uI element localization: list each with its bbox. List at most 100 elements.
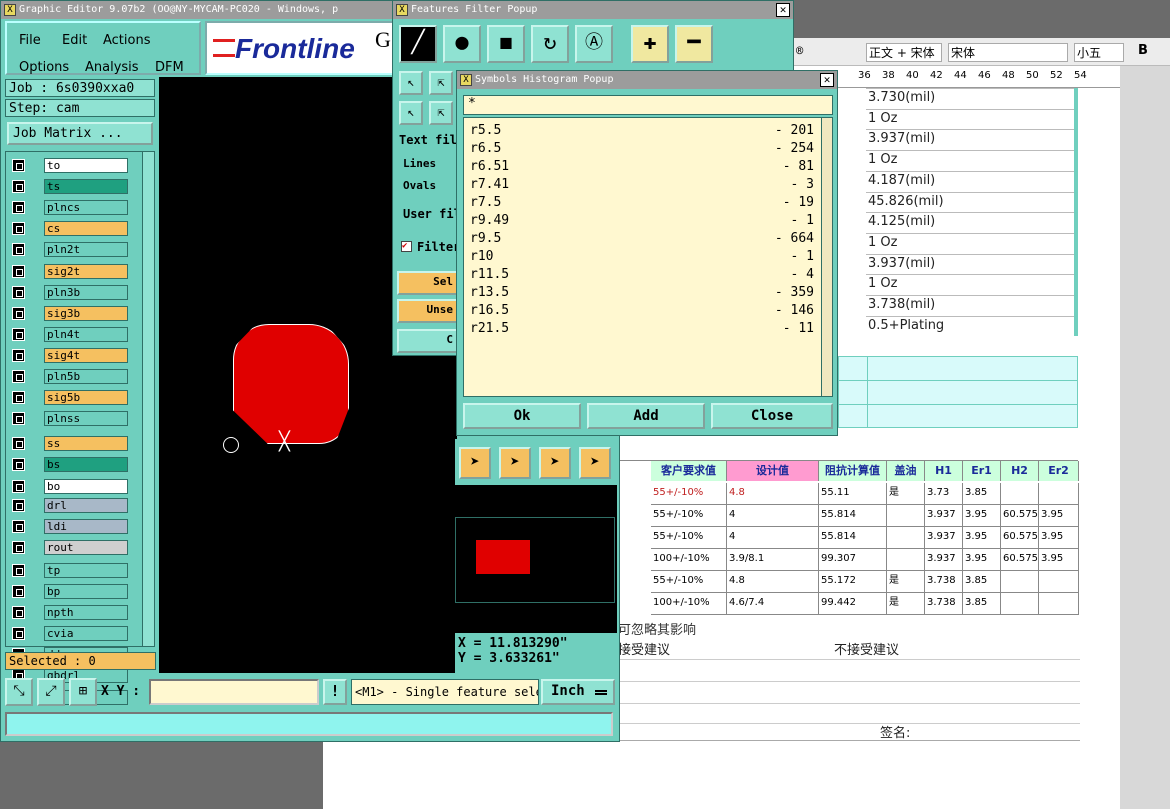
layer-name[interactable]: plnss: [44, 411, 128, 427]
layer-checkbox[interactable]: [12, 180, 25, 194]
layer-name[interactable]: ts: [44, 179, 128, 195]
layer-checkbox[interactable]: [12, 243, 25, 257]
histogram-row[interactable]: r10 - 1: [470, 248, 820, 266]
layer-checkbox[interactable]: [12, 285, 25, 299]
layer-row[interactable]: plncs: [10, 200, 128, 216]
layer-checkbox[interactable]: [12, 458, 25, 472]
close-icon[interactable]: ✕: [776, 3, 790, 17]
layer-row[interactable]: npth: [10, 605, 128, 621]
layer-row[interactable]: ss: [10, 436, 128, 452]
layer-checkbox[interactable]: [12, 498, 25, 512]
size-select[interactable]: 小五: [1074, 43, 1124, 62]
layer-row[interactable]: rout: [10, 539, 128, 555]
layer-row[interactable]: ldi: [10, 518, 128, 534]
layer-name[interactable]: pln2t: [44, 242, 128, 258]
layer-scrollbar[interactable]: [142, 152, 154, 646]
layer-name[interactable]: rout: [44, 539, 128, 555]
layer-row[interactable]: pln5b: [10, 369, 128, 384]
layer-row[interactable]: pln3b: [10, 284, 128, 300]
layer-checkbox[interactable]: [12, 201, 25, 215]
histogram-row[interactable]: r13.5 - 359: [470, 284, 820, 302]
layer-name[interactable]: pln3b: [44, 284, 128, 300]
layer-checkbox[interactable]: [12, 348, 25, 362]
unselect-button[interactable]: Unse: [397, 299, 459, 323]
font-select[interactable]: 宋体: [948, 43, 1068, 62]
bold-button[interactable]: B: [1138, 43, 1148, 58]
layer-row[interactable]: pln2t: [10, 242, 128, 258]
layer-name[interactable]: tp: [44, 562, 128, 578]
histogram-row[interactable]: r9.49 - 1: [470, 212, 820, 230]
layer-row[interactable]: plnss: [10, 411, 128, 427]
layer-checkbox[interactable]: [12, 391, 25, 405]
zoom-fit-icon[interactable]: ⤡: [5, 678, 33, 706]
layer-row[interactable]: cvia: [10, 626, 128, 642]
alert-icon[interactable]: !: [323, 679, 347, 705]
layer-name[interactable]: sig5b: [44, 390, 128, 406]
menu-edit[interactable]: Edit: [62, 33, 87, 48]
arrow-tool4-icon[interactable]: ⇱: [429, 101, 453, 125]
positive-icon[interactable]: ✚: [631, 25, 669, 63]
layer-name[interactable]: cvia: [44, 626, 128, 642]
layer-row[interactable]: drl: [10, 497, 128, 513]
select-tool-icon[interactable]: ➤: [459, 447, 491, 479]
layer-name[interactable]: cs: [44, 221, 128, 237]
layer-row[interactable]: bo: [10, 478, 128, 494]
layer-row[interactable]: pln4t: [10, 326, 128, 342]
layer-name[interactable]: pln5b: [44, 369, 128, 384]
layer-checkbox[interactable]: [12, 264, 25, 278]
histogram-scrollbar[interactable]: [821, 117, 833, 397]
layer-name[interactable]: sig2t: [44, 263, 128, 279]
zoom-select-icon[interactable]: ⤢: [37, 678, 65, 706]
layer-name[interactable]: ldi: [44, 518, 128, 534]
job-matrix-button[interactable]: Job Matrix ...: [7, 122, 153, 145]
layer-checkbox[interactable]: [12, 306, 25, 320]
arrow-tool3-icon[interactable]: ↖: [399, 101, 423, 125]
layer-checkbox[interactable]: [12, 327, 25, 341]
menu-actions[interactable]: Actions: [103, 33, 151, 48]
histogram-row[interactable]: r9.5 - 664: [470, 230, 820, 248]
menu-options[interactable]: Options: [19, 60, 69, 75]
menu-file[interactable]: File: [19, 33, 41, 48]
layer-checkbox[interactable]: [12, 437, 25, 451]
font-size-icon[interactable]: ®: [796, 44, 803, 58]
histogram-row[interactable]: r6.51 - 81: [470, 158, 820, 176]
layer-name[interactable]: bp: [44, 584, 128, 599]
select-edge-icon[interactable]: ➤: [539, 447, 571, 479]
ok-button[interactable]: Ok: [463, 403, 581, 429]
style-select[interactable]: 正文 + 宋体: [866, 43, 942, 62]
filter-checkbox[interactable]: Filter: [417, 240, 460, 254]
layer-name[interactable]: drl: [44, 497, 128, 513]
layer-row[interactable]: to: [10, 158, 128, 173]
close-icon[interactable]: ✕: [820, 73, 834, 87]
symbol-filter-input[interactable]: *: [463, 95, 833, 115]
histogram-row[interactable]: r7.41 - 3: [470, 176, 820, 194]
lines-checkbox[interactable]: Lines: [403, 157, 436, 170]
pad-tool-icon[interactable]: ●: [443, 25, 481, 63]
layer-checkbox[interactable]: [12, 540, 25, 554]
grid-icon[interactable]: ⊞: [69, 678, 97, 706]
layer-row[interactable]: bp: [10, 584, 128, 599]
ovals-checkbox[interactable]: Ovals: [403, 179, 436, 192]
layer-row[interactable]: sig5b: [10, 390, 128, 406]
layer-checkbox[interactable]: [12, 519, 25, 533]
layer-name[interactable]: to: [44, 158, 128, 173]
layer-checkbox[interactable]: [12, 479, 25, 493]
layer-checkbox[interactable]: [12, 627, 25, 641]
layer-checkbox[interactable]: [12, 222, 25, 236]
unit-select[interactable]: Inch: [541, 679, 615, 705]
menu-dfm[interactable]: DFM: [155, 60, 184, 75]
surface-tool-icon[interactable]: ◼: [487, 25, 525, 63]
layer-row[interactable]: tp: [10, 562, 128, 578]
layer-name[interactable]: bs: [44, 457, 128, 473]
command-line[interactable]: [5, 712, 613, 736]
layer-name[interactable]: ss: [44, 436, 128, 452]
select-net-icon[interactable]: ➤: [579, 447, 611, 479]
layer-row[interactable]: bs: [10, 457, 128, 473]
layer-row[interactable]: sig2t: [10, 263, 128, 279]
select-area-icon[interactable]: ➤: [499, 447, 531, 479]
close-button[interactable]: Close: [711, 403, 833, 429]
layer-checkbox[interactable]: [12, 370, 25, 383]
add-button[interactable]: Add: [587, 403, 705, 429]
layer-name[interactable]: bo: [44, 478, 128, 494]
layer-checkbox[interactable]: [12, 412, 25, 426]
